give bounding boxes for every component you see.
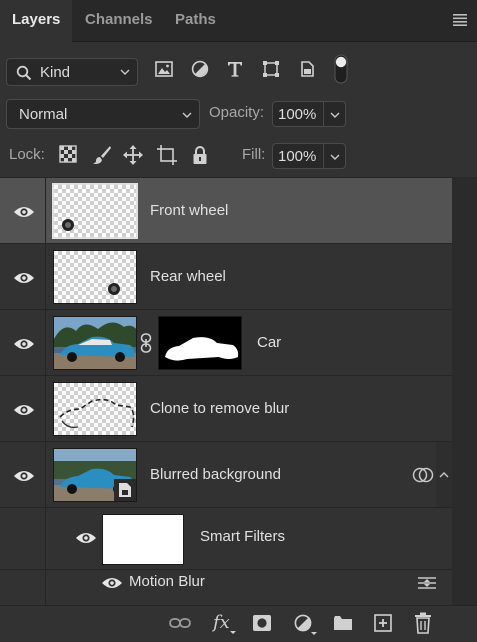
link-layers-icon[interactable] (169, 616, 191, 630)
visibility-column (0, 178, 46, 243)
visibility-column (0, 570, 46, 605)
fx-icon[interactable]: fx (212, 612, 238, 636)
layer-thumbnail[interactable] (52, 183, 138, 239)
filter-kind-select[interactable]: Kind (6, 58, 138, 86)
tab-layers[interactable]: Layers (0, 0, 72, 43)
filter-motion-blur[interactable]: Motion Blur (0, 569, 452, 605)
layer-thumbnail[interactable] (53, 250, 137, 304)
lock-position-icon[interactable] (123, 145, 143, 165)
eye-icon[interactable] (13, 403, 35, 417)
shape-filter-icon[interactable] (262, 60, 280, 78)
layer-name[interactable]: Rear wheel (150, 268, 226, 285)
layers-scrollbar[interactable] (452, 177, 477, 605)
visibility-column (0, 310, 46, 375)
blend-mode-value: Normal (19, 106, 68, 123)
eye-icon[interactable] (101, 576, 123, 590)
chevron-down-icon (330, 112, 340, 118)
layer-blurred-background[interactable]: Blurred background (0, 441, 452, 508)
search-icon (16, 65, 32, 81)
new-group-icon[interactable] (333, 614, 353, 632)
eye-icon[interactable] (13, 337, 35, 351)
smart-object-filter-icon[interactable] (298, 60, 316, 78)
adjustment-layer-icon[interactable] (294, 614, 318, 636)
smart-filters-label[interactable]: Smart Filters (200, 528, 285, 545)
lock-image-pixels-icon[interactable] (92, 145, 112, 165)
image-filter-icon[interactable] (155, 60, 173, 78)
tab-paths[interactable]: Paths (163, 0, 228, 42)
new-layer-icon[interactable] (374, 614, 392, 632)
lock-transparent-pixels-icon[interactable] (59, 145, 77, 163)
layer-car[interactable]: Car (0, 309, 452, 375)
layers-list: Front wheel Rear wheel Car Clone to remo… (0, 177, 452, 605)
filter-blending-options-icon[interactable] (417, 575, 437, 591)
chevron-down-icon (120, 69, 130, 75)
chevron-up-icon (439, 472, 449, 478)
layer-thumbnail[interactable] (53, 316, 137, 370)
clone-strokes-thumbnail (59, 398, 135, 429)
visibility-column (0, 508, 46, 569)
svg-text:fx: fx (212, 612, 230, 633)
delete-layer-icon[interactable] (414, 612, 432, 634)
layers-bottom-toolbar: fx (0, 605, 477, 642)
layer-front-wheel[interactable]: Front wheel (0, 177, 452, 243)
layer-name[interactable]: Car (257, 334, 281, 351)
panel-tab-bar: Layers Channels Paths (0, 0, 477, 43)
opacity-value: 100% (278, 106, 317, 123)
eye-icon[interactable] (13, 271, 35, 285)
filter-kind-label: Kind (40, 64, 71, 81)
eye-icon[interactable] (13, 469, 35, 483)
filter-name[interactable]: Motion Blur (129, 573, 205, 590)
eye-icon[interactable] (13, 205, 35, 219)
opacity-dropdown[interactable] (323, 102, 345, 126)
layer-mask-thumbnail[interactable] (158, 316, 242, 370)
collapse-effects-toggle[interactable] (436, 442, 452, 508)
car-photo-thumbnail (54, 317, 136, 369)
layer-rear-wheel[interactable]: Rear wheel (0, 243, 452, 309)
tab-channels[interactable]: Channels (73, 0, 165, 42)
lock-row: Lock: Fill: 100% (0, 140, 477, 172)
fill-field[interactable]: 100% (272, 143, 346, 169)
lock-label: Lock: (9, 146, 45, 163)
chevron-down-icon (330, 154, 340, 160)
adjustment-filter-icon[interactable] (191, 60, 209, 78)
layer-name[interactable]: Blurred background (150, 466, 281, 483)
layer-thumbnail[interactable] (53, 448, 137, 502)
smart-object-badge-icon (114, 479, 136, 501)
smart-filters-indicator-icon[interactable] (412, 466, 434, 484)
fill-value: 100% (278, 148, 317, 165)
eye-icon[interactable] (75, 531, 97, 545)
filter-toggle-switch[interactable] (334, 54, 348, 84)
layer-name[interactable]: Clone to remove blur (150, 400, 289, 417)
link-icon[interactable] (140, 333, 152, 353)
car-mask-shape (165, 337, 239, 361)
blend-mode-select[interactable]: Normal (6, 99, 200, 129)
visibility-column (0, 376, 46, 441)
layer-clone-to-remove-blur[interactable]: Clone to remove blur (0, 375, 452, 441)
lock-all-icon[interactable] (192, 145, 208, 165)
type-filter-icon[interactable] (226, 60, 244, 78)
visibility-column (0, 442, 46, 507)
fill-label: Fill: (242, 146, 266, 163)
add-mask-icon[interactable] (252, 614, 272, 632)
opacity-field[interactable]: 100% (272, 101, 346, 127)
smart-filters-row[interactable]: Smart Filters (0, 507, 452, 569)
blend-row: Normal Opacity: 100% (0, 98, 477, 130)
layer-filter-row: Kind (0, 52, 477, 92)
wheel-thumbnail-image (62, 219, 74, 231)
opacity-label: Opacity: (209, 104, 265, 121)
panel-menu-icon[interactable] (453, 14, 467, 26)
layer-name[interactable]: Front wheel (150, 202, 228, 219)
smart-filter-mask-thumbnail[interactable] (102, 514, 184, 565)
lock-artboard-icon[interactable] (157, 145, 177, 165)
wheel-thumbnail-image (108, 283, 120, 295)
chevron-down-icon (182, 112, 192, 118)
layer-thumbnail[interactable] (53, 382, 137, 436)
fill-dropdown[interactable] (323, 144, 345, 168)
visibility-column (0, 244, 46, 309)
